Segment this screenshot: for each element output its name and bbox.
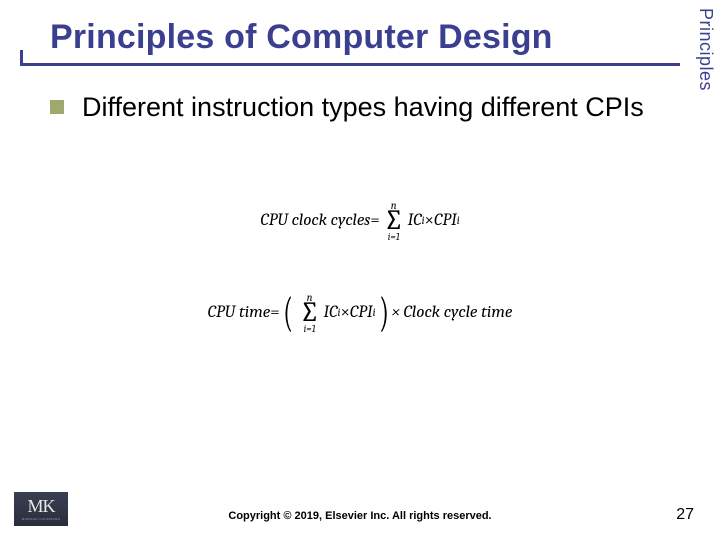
page-title: Principles of Computer Design [20,18,680,57]
bullet-icon [50,100,64,114]
page-number: 27 [676,506,694,524]
f1-lhs: CPU clock cycles [260,211,370,230]
bullet-text: Different instruction types having diffe… [82,90,644,125]
summation-icon: n ∑ i=1 [300,292,320,334]
f1-term-a: IC [408,211,422,230]
side-tab-label: Principles [695,8,716,91]
f1-term-b-sub: i [457,214,460,227]
sigma-icon: ∑ [300,301,320,325]
f2-tail: × Clock cycle time [392,303,513,322]
formula-block: CPU clock cycles = n ∑ i=1 ICi × CPIi CP… [0,200,720,334]
title-rule-tick [20,50,23,66]
f1-eq: = [370,211,379,230]
f2-eq: = [270,303,279,322]
copyright-text: Copyright © 2019, Elsevier Inc. All righ… [0,510,720,522]
f2-times: × [340,303,349,322]
side-tab: Principles [690,0,720,150]
f2-term-b-sub: i [373,306,376,319]
title-bar: Principles of Computer Design [20,18,680,66]
formula-cpu-time: CPU time = ( n ∑ i=1 ICi × CPIi ) × Cloc… [208,292,513,334]
f2-lhs: CPU time [208,303,271,322]
content-area: Different instruction types having diffe… [50,90,670,125]
sigma-icon: ∑ [384,209,404,233]
f1-term-b: CPI [434,211,457,230]
f2-term-a: IC [324,303,338,322]
f1-times: × [425,211,434,230]
summation-icon: n ∑ i=1 [384,200,404,242]
slide: Principles Principles of Computer Design… [0,0,720,540]
formula-cpu-clock-cycles: CPU clock cycles = n ∑ i=1 ICi × CPIi [260,200,459,242]
bullet-item: Different instruction types having diffe… [50,90,670,125]
f2-term-b: CPI [350,303,373,322]
